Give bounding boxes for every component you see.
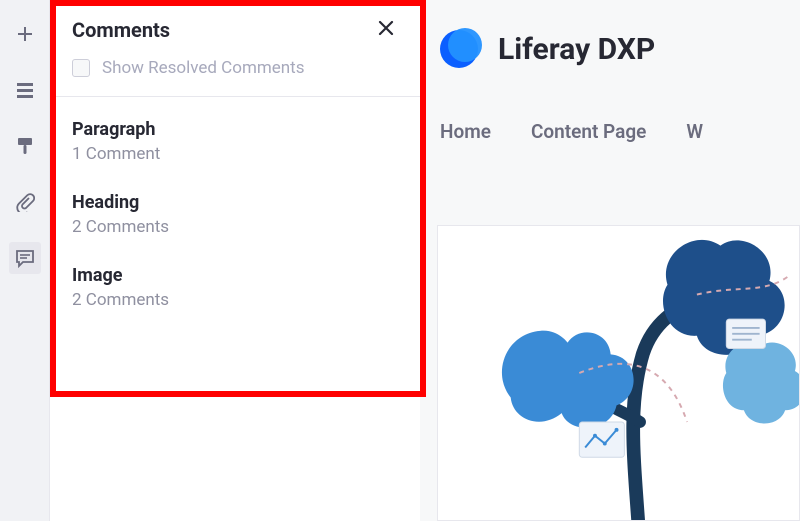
thread-title: Image xyxy=(72,265,398,286)
comment-thread-heading[interactable]: Heading 2 Comments xyxy=(50,170,420,243)
hero-image xyxy=(437,225,800,521)
show-resolved-label: Show Resolved Comments xyxy=(102,58,305,78)
comment-thread-image[interactable]: Image 2 Comments xyxy=(50,243,420,316)
app-title: Liferay DXP xyxy=(498,32,655,67)
rail-brush[interactable] xyxy=(9,130,41,162)
rail-add[interactable] xyxy=(9,18,41,50)
nav-home[interactable]: Home xyxy=(440,120,491,143)
liferay-logo-icon xyxy=(440,28,482,70)
brand: Liferay DXP xyxy=(440,28,655,70)
rail-comments[interactable] xyxy=(9,242,41,274)
add-icon xyxy=(15,24,35,44)
layout-icon xyxy=(15,80,35,100)
comment-thread-paragraph[interactable]: Paragraph 1 Comment xyxy=(50,97,420,170)
site-nav: Home Content Page W xyxy=(440,120,703,143)
nav-more[interactable]: W xyxy=(686,120,703,143)
brush-icon xyxy=(15,136,35,156)
rail-layout[interactable] xyxy=(9,74,41,106)
panel-title: Comments xyxy=(72,18,170,42)
thread-title: Heading xyxy=(72,192,398,213)
comments-panel: Comments Show Resolved Comments Paragrap… xyxy=(50,0,420,521)
nav-content-page[interactable]: Content Page xyxy=(531,120,646,143)
rail-attach[interactable] xyxy=(9,186,41,218)
show-resolved-toggle[interactable]: Show Resolved Comments xyxy=(50,52,420,96)
close-panel-button[interactable] xyxy=(374,18,398,42)
checkbox-icon xyxy=(72,59,90,77)
thread-count: 1 Comment xyxy=(72,144,398,164)
page-preview: Liferay DXP Home Content Page W xyxy=(420,0,800,521)
thread-title: Paragraph xyxy=(72,119,398,140)
attach-icon xyxy=(15,192,35,212)
editor-rail xyxy=(0,0,50,521)
close-icon xyxy=(377,19,395,41)
thread-count: 2 Comments xyxy=(72,217,398,237)
comments-icon xyxy=(15,248,35,268)
thread-count: 2 Comments xyxy=(72,290,398,310)
